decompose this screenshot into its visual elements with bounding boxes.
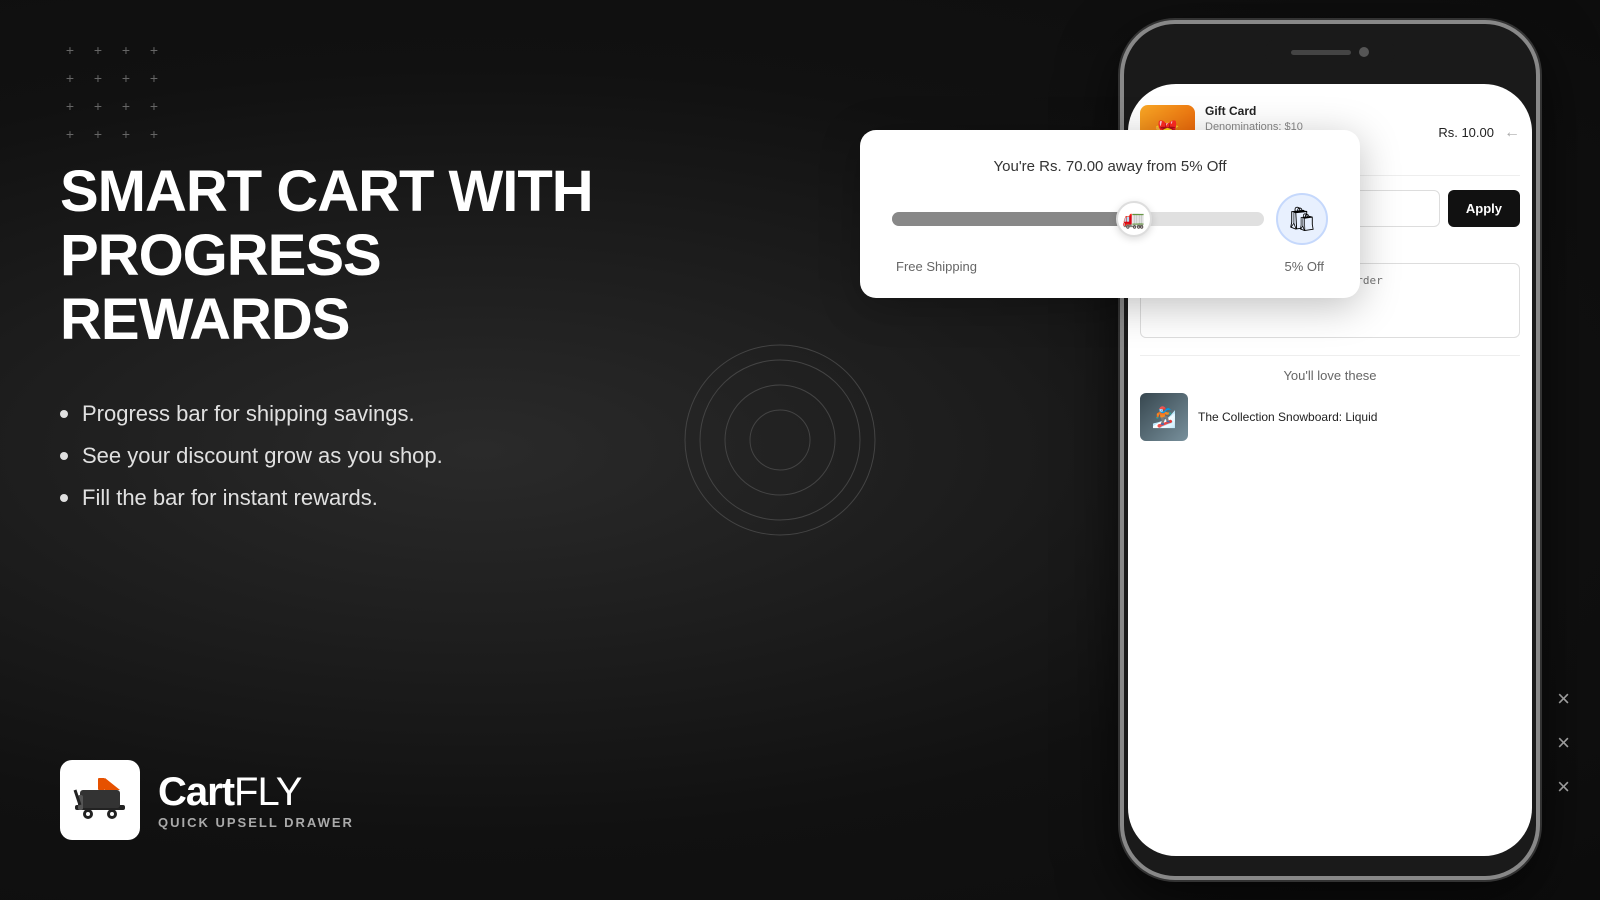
progress-thumb: 🚛 <box>1116 201 1152 237</box>
bullet-item-3: Fill the bar for instant rewards. <box>60 485 660 511</box>
notch-camera <box>1359 47 1369 57</box>
logo-icon <box>60 760 140 840</box>
cart-item-name: Gift Card <box>1205 104 1428 118</box>
x-icon-3: × <box>1557 774 1570 800</box>
upsell-item-image: 🏂 <box>1140 393 1188 441</box>
upsell-item-name: The Collection Snowboard: Liquid <box>1198 410 1377 424</box>
upsell-title: You'll love these <box>1140 368 1520 383</box>
progress-card: You're Rs. 70.00 away from 5% Off 🚛 🛍 Fr… <box>860 130 1360 298</box>
left-content: SMART CART WITH PROGRESS REWARDS Progres… <box>60 160 660 571</box>
plus-grid-decoration: + + + + + + + + + + + + + + + + <box>60 40 164 144</box>
bullet-dot <box>60 452 68 460</box>
progress-bar-fill: 🚛 <box>892 212 1134 226</box>
logo-area: CartFLY QUICK UPSELL DRAWER <box>60 760 354 840</box>
progress-milestones: Free Shipping 5% Off <box>892 259 1328 274</box>
feature-list: Progress bar for shipping savings. See y… <box>60 401 660 511</box>
x-icons-decoration: × × × <box>1557 686 1570 800</box>
x-icon-2: × <box>1557 730 1570 756</box>
x-icon-1: × <box>1557 686 1570 712</box>
phone-notch <box>1265 38 1395 66</box>
bullet-dot <box>60 494 68 502</box>
upsell-section: You'll love these 🏂 The Collection Snowb… <box>1140 355 1520 441</box>
apply-coupon-button[interactable]: Apply <box>1448 190 1520 227</box>
progress-bar-container: 🚛 🛍 <box>892 193 1328 245</box>
logo-name: CartFLY <box>158 770 354 815</box>
cart-item-price: Rs. 10.00 <box>1438 125 1494 140</box>
progress-bar-track: 🚛 <box>892 212 1264 226</box>
logo-text: CartFLY QUICK UPSELL DRAWER <box>158 770 354 830</box>
circles-decoration <box>680 340 880 540</box>
progress-end-icon: 🛍 <box>1276 193 1328 245</box>
milestone-right: 5% Off <box>1284 259 1324 274</box>
bullet-item-1: Progress bar for shipping savings. <box>60 401 660 427</box>
main-heading: SMART CART WITH PROGRESS REWARDS <box>60 160 660 351</box>
upsell-item: 🏂 The Collection Snowboard: Liquid <box>1140 393 1520 441</box>
logo-subtitle: QUICK UPSELL DRAWER <box>158 815 354 830</box>
progress-label: You're Rs. 70.00 away from 5% Off <box>892 158 1328 175</box>
notch-line <box>1291 50 1351 55</box>
cartfly-logo-svg <box>70 770 130 830</box>
bullet-item-2: See your discount grow as you shop. <box>60 443 660 469</box>
bullet-dot <box>60 410 68 418</box>
cart-item-delete-icon[interactable]: ← <box>1504 124 1520 142</box>
milestone-left: Free Shipping <box>896 259 977 274</box>
